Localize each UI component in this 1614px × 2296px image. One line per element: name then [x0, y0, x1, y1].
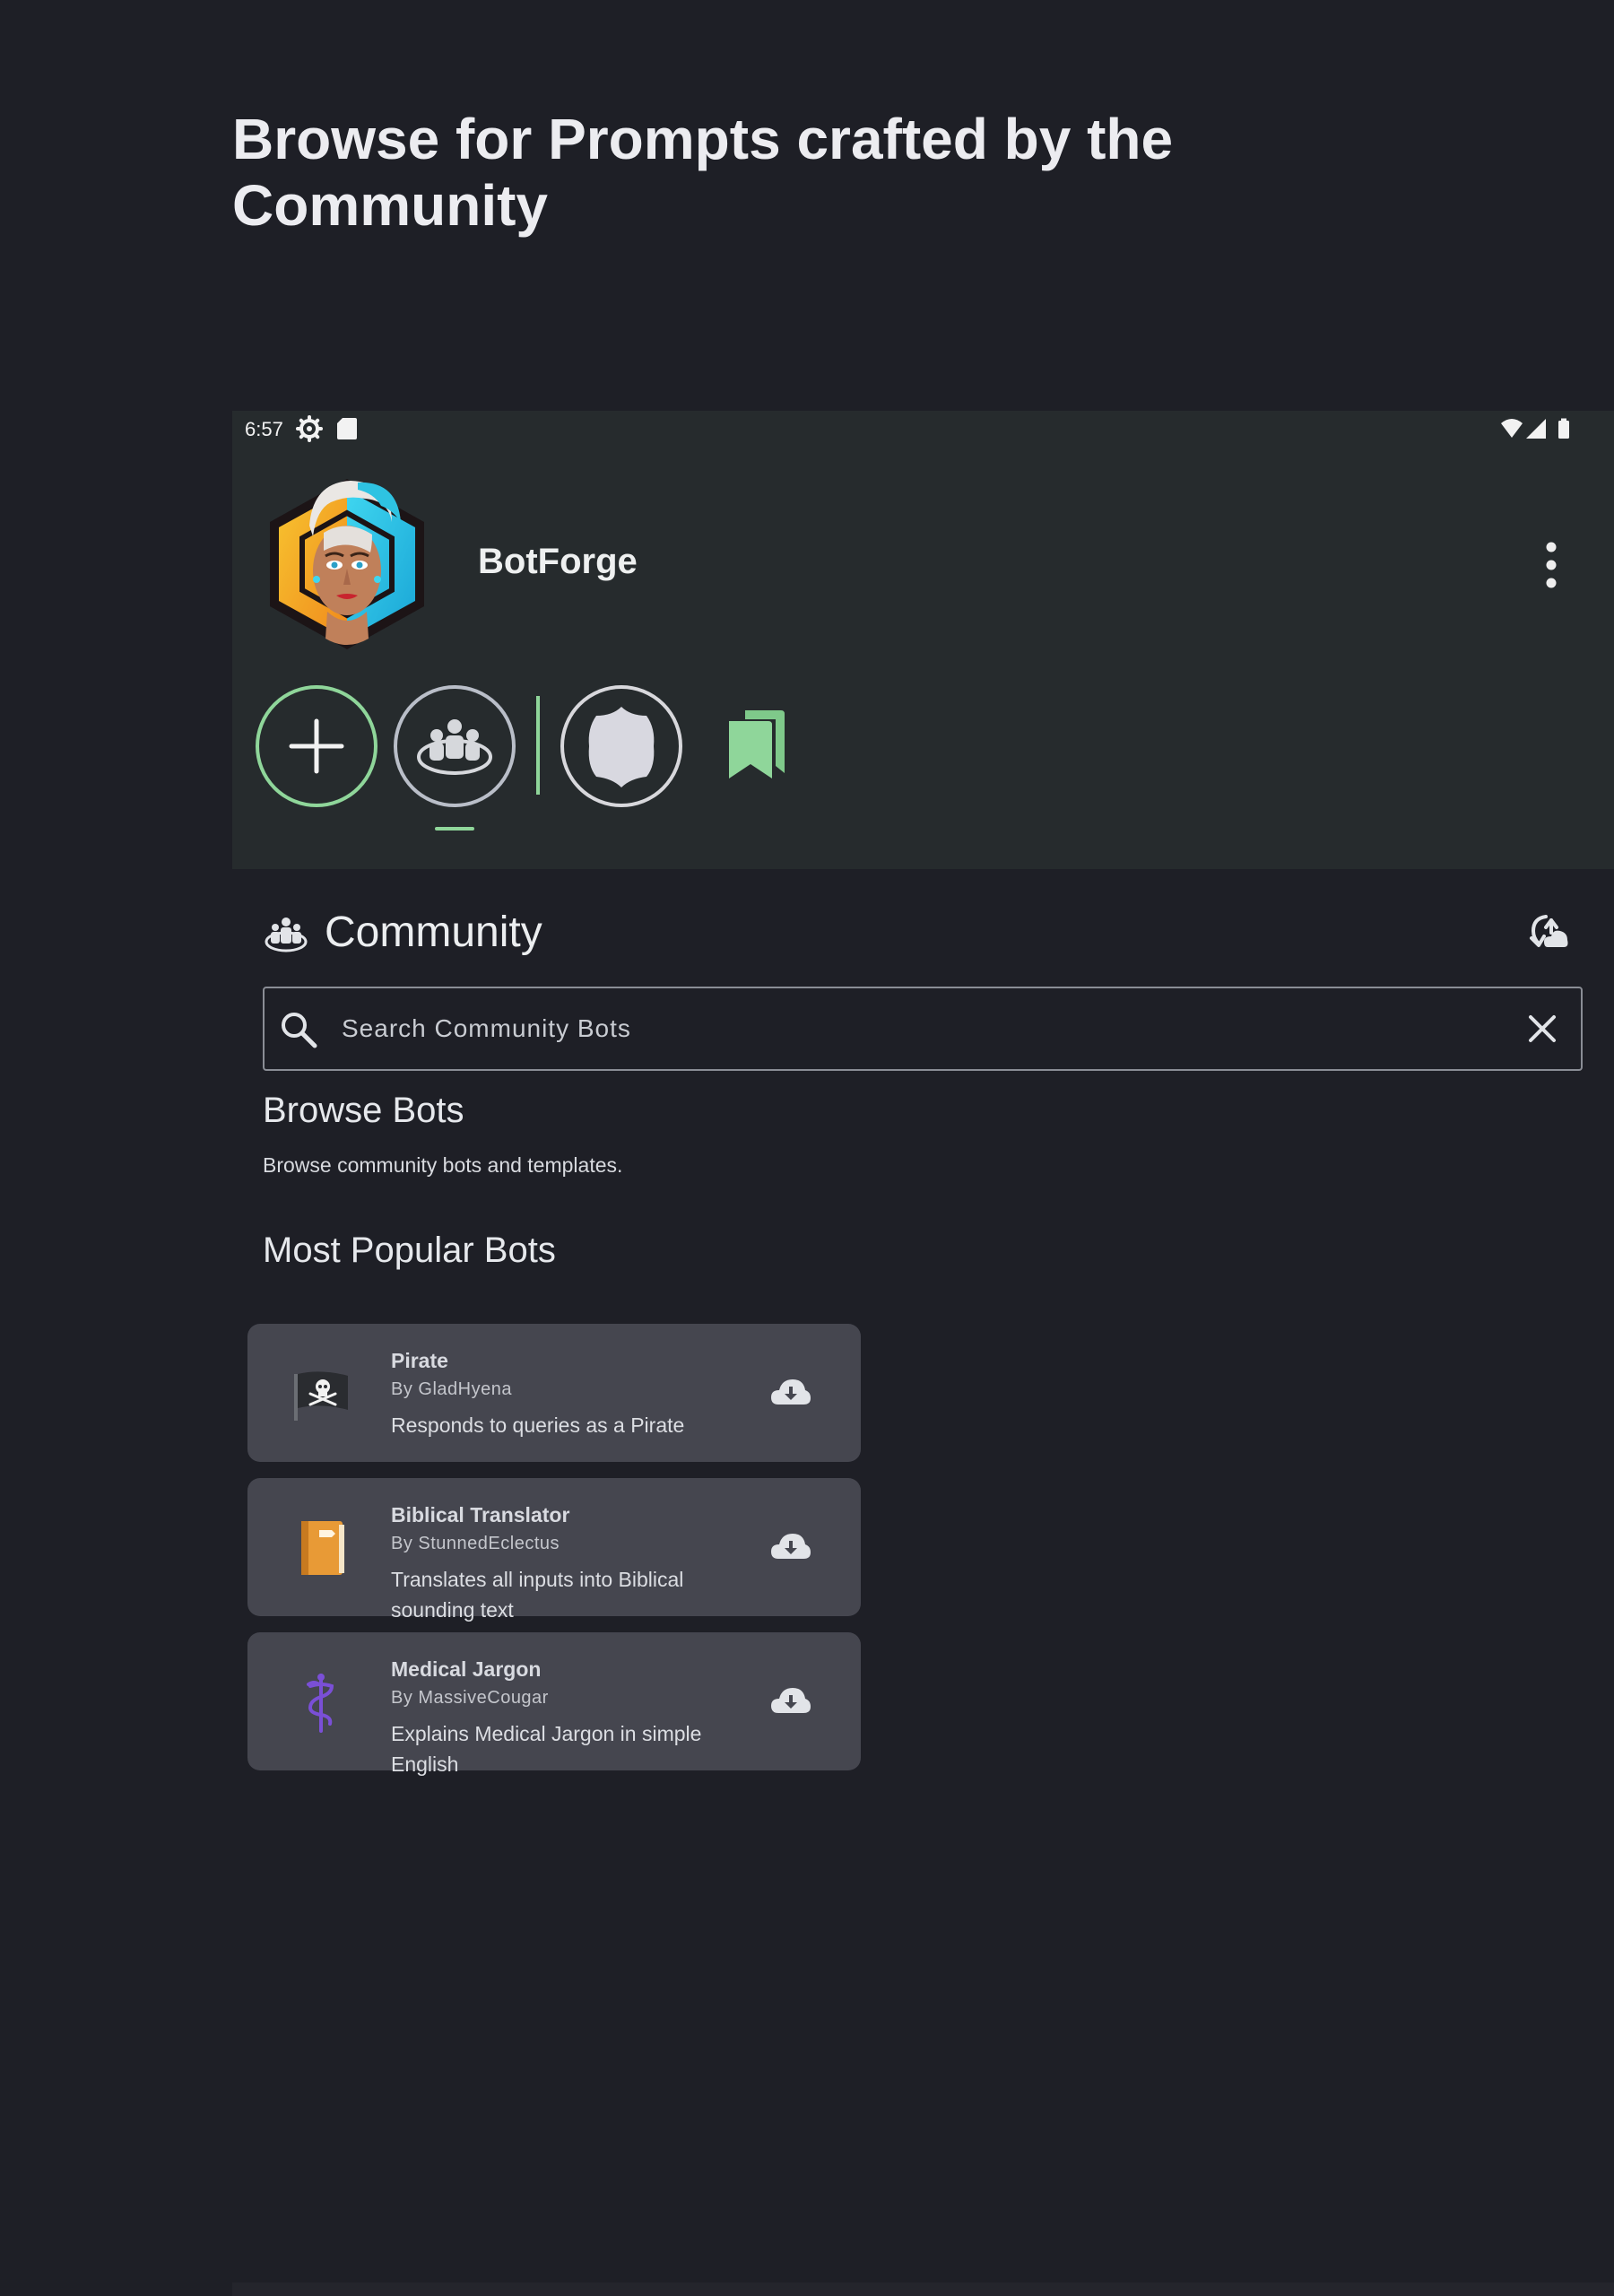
search-input[interactable]: [342, 1004, 1471, 1053]
bot-name: Biblical Translator: [391, 1503, 570, 1526]
active-tab-indicator: [435, 827, 474, 831]
cell-signal-icon: [1526, 419, 1546, 439]
bot-author: By MassiveCougar: [391, 1688, 549, 1708]
book-icon: [301, 1521, 344, 1575]
app-title: BotForge: [478, 542, 638, 581]
bot-card-medical-jargon[interactable]: Medical Jargon By MassiveCougar Explains…: [247, 1632, 861, 1776]
cloud-sync-icon[interactable]: [1528, 911, 1571, 951]
app-header-panel: 6:57 BotForge: [232, 411, 1614, 869]
cloud-download-icon[interactable]: [769, 1374, 811, 1410]
promo-heading: Browse for Prompts crafted by the Commun…: [232, 107, 1174, 238]
bot-author: By GladHyena: [391, 1379, 512, 1399]
bot-author: By StunnedEclectus: [391, 1534, 560, 1553]
more-vert-icon[interactable]: [1540, 538, 1562, 592]
browse-subtitle: Browse community bots and templates.: [263, 1153, 623, 1177]
my-bots-button[interactable]: [560, 685, 682, 807]
caduceus-icon: [307, 1674, 334, 1733]
bot-card-pirate[interactable]: Pirate By GladHyena Responds to queries …: [247, 1324, 861, 1462]
close-icon[interactable]: [1525, 1012, 1559, 1046]
bookmarks-icon[interactable]: [724, 709, 786, 780]
bot-description: Translates all inputs into Biblical soun…: [391, 1568, 684, 1622]
add-icon: [289, 718, 344, 774]
status-bar: 6:57: [232, 411, 1614, 447]
bot-nav-bar: [232, 685, 1614, 831]
community-title: Community: [325, 909, 542, 956]
community-tab-button[interactable]: [394, 685, 516, 807]
settings-gear-icon: [296, 415, 323, 442]
community-header: Community: [232, 902, 1614, 960]
search-box: [263, 987, 1583, 1071]
add-bot-button[interactable]: [256, 685, 377, 807]
community-icon: [265, 918, 308, 952]
battery-icon: [1558, 421, 1569, 439]
bot-description: Responds to queries as a Pirate: [391, 1413, 685, 1437]
cloud-download-icon[interactable]: [769, 1683, 811, 1718]
search-icon: [282, 1013, 317, 1048]
bot-name: Medical Jargon: [391, 1657, 542, 1681]
bottom-strip: [232, 2283, 1614, 2296]
device-screen: 6:57 BotForge Community Search Community…: [232, 411, 1614, 2283]
status-time: 6:57: [245, 418, 283, 440]
bot-description: Explains Medical Jargon in simple Englis…: [391, 1722, 702, 1776]
pirate-flag-icon: [294, 1371, 348, 1421]
nav-divider: [536, 696, 540, 795]
cloud-download-icon[interactable]: [769, 1528, 811, 1564]
bot-list: Pirate By GladHyena Responds to queries …: [247, 1324, 861, 1787]
bot-name: Pirate: [391, 1349, 448, 1372]
browse-title: Browse Bots: [263, 1091, 464, 1130]
popular-title: Most Popular Bots: [263, 1231, 556, 1270]
bot-card-biblical-translator[interactable]: Biblical Translator By StunnedEclectus T…: [247, 1478, 861, 1622]
community-icon: [417, 719, 492, 775]
status-system-icons: [1501, 418, 1569, 439]
sd-card-icon: [337, 418, 357, 439]
avatar-icon[interactable]: [257, 463, 437, 656]
my-bots-icon: [588, 707, 655, 787]
wifi-icon: [1501, 419, 1523, 438]
